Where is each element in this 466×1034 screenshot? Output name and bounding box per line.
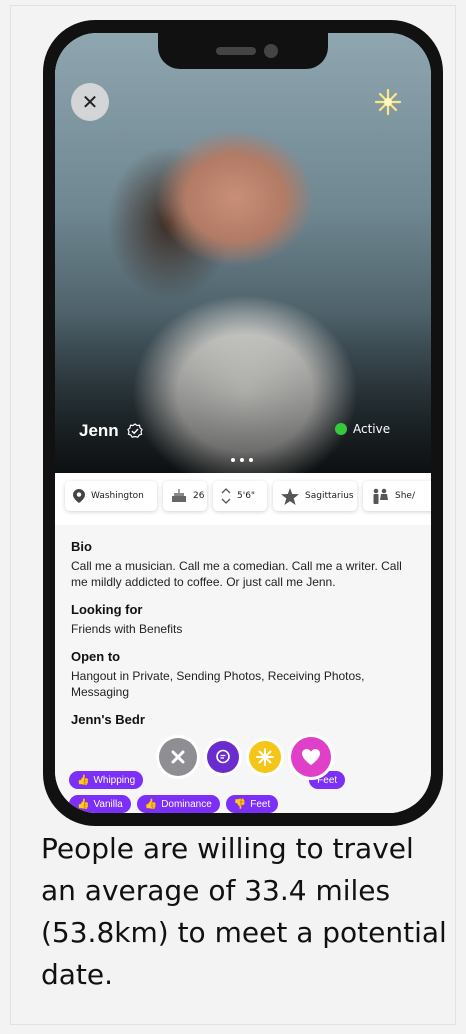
active-dot-icon	[335, 423, 347, 435]
thumbs-up-icon: 👍	[77, 774, 90, 786]
pass-button[interactable]	[159, 738, 197, 776]
looking-for-text: Friends with Benefits	[71, 622, 183, 636]
pronouns-label: She/	[395, 491, 415, 501]
open-to-text: Hangout in Private, Sending Photos, Rece…	[71, 669, 365, 699]
photo-pager-dots[interactable]	[231, 458, 253, 462]
location-label: Washington	[91, 491, 144, 501]
tag-label: Dominance	[161, 798, 212, 810]
pager-dot[interactable]	[240, 458, 244, 462]
heart-icon	[302, 749, 320, 765]
tag-dominance[interactable]: 👍 Dominance	[136, 795, 220, 813]
zodiac-chip: Sagittarius	[273, 481, 357, 511]
close-button[interactable]: ✕	[71, 83, 109, 121]
tag-whipping[interactable]: 👍 Whipping	[69, 771, 144, 789]
tag-label: Vanilla	[93, 798, 123, 810]
thumbs-down-icon: 👎	[233, 798, 247, 810]
bio-title: Bio	[71, 539, 92, 554]
bedroom-tags-row-2: 👍 Vanilla 👍 Dominance 👎 Feet	[69, 795, 429, 813]
tag-vanilla[interactable]: 👍 Vanilla	[69, 795, 131, 813]
pager-dot[interactable]	[231, 458, 235, 462]
phone-screen: ✕ Jenn Active Washington 26 5'6" Sagitta…	[55, 33, 431, 813]
birthday-cake-icon	[172, 489, 186, 502]
like-button[interactable]	[291, 737, 331, 777]
profile-name-row: Jenn	[79, 421, 143, 441]
phone-frame: ✕ Jenn Active Washington 26 5'6" Sagitta…	[43, 20, 443, 826]
people-icon	[373, 488, 388, 504]
article-caption: People are willing to travel an average …	[41, 832, 447, 991]
front-camera	[264, 44, 278, 58]
tag-label: Feet	[250, 798, 271, 810]
sparkle-icon	[256, 748, 274, 766]
location-chip: Washington	[65, 481, 157, 511]
speaker	[216, 47, 256, 55]
profile-info-bar[interactable]: Washington 26 5'6" Sagittarius She/	[55, 473, 431, 525]
bedroom-title: Jenn's Bedr	[71, 712, 145, 727]
tag-label: Whipping	[93, 774, 136, 786]
article-card: ✕ Jenn Active Washington 26 5'6" Sagitta…	[10, 5, 456, 1025]
active-status: Active	[335, 422, 390, 436]
active-label: Active	[353, 422, 391, 436]
profile-name: Jenn	[79, 421, 119, 440]
open-to-title: Open to	[71, 649, 121, 664]
super-like-button[interactable]	[249, 741, 281, 773]
height-arrows-icon	[221, 488, 231, 504]
verified-badge-icon	[126, 423, 143, 438]
height-label: 5'6"	[237, 491, 256, 501]
message-button[interactable]	[207, 741, 239, 773]
thumbs-up-icon: 👍	[77, 798, 90, 810]
tag-feet-dislike[interactable]: 👎 Feet	[225, 795, 279, 813]
zodiac-label: Sagittarius	[305, 491, 354, 501]
thumbs-up-icon: 👍	[144, 798, 158, 810]
height-chip: 5'6"	[213, 481, 267, 511]
pronouns-chip: She/	[363, 481, 431, 511]
location-pin-icon	[73, 489, 85, 503]
chat-bubble-icon	[216, 749, 230, 764]
bio-text: Call me a musician. Call me a comedian. …	[71, 559, 402, 589]
profile-photo[interactable]: ✕ Jenn Active	[55, 33, 431, 473]
close-icon	[171, 750, 185, 764]
looking-for-title: Looking for	[71, 602, 143, 617]
pager-dot[interactable]	[249, 458, 253, 462]
phone-notch	[158, 33, 328, 69]
star-icon	[281, 487, 299, 505]
age-label: 26	[193, 491, 205, 501]
close-icon: ✕	[81, 90, 99, 114]
age-chip: 26	[163, 481, 207, 511]
action-buttons	[151, 733, 343, 781]
sparkle-icon[interactable]	[373, 87, 403, 117]
